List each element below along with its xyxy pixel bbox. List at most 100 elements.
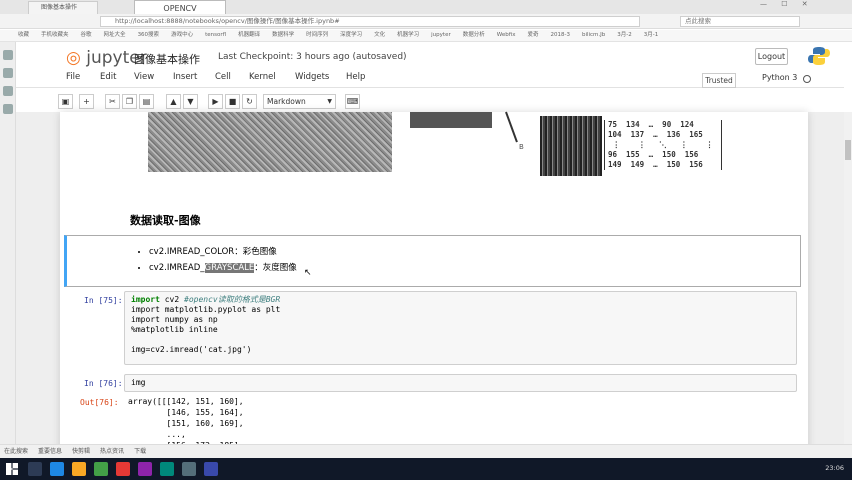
app-icon[interactable] (116, 462, 130, 476)
sidebar-icon-2[interactable] (3, 68, 13, 78)
pixel-grid-image (540, 116, 602, 176)
cell-type-select[interactable]: Markdown ▼ (263, 94, 336, 109)
pixel-matrix: 75 134 … 90 124 104 137 … 136 165 ⋮ ⋮ ⋱ ⋮… (604, 120, 722, 170)
folder-icon[interactable] (72, 462, 86, 476)
paste-icon[interactable]: ▤ (139, 94, 154, 109)
code-line: import matplotlib.pyplot as plt (131, 305, 281, 314)
save-icon[interactable]: ▣ (58, 94, 73, 109)
sidebar-icon-1[interactable] (3, 50, 13, 60)
menu-widgets[interactable]: Widgets (295, 72, 329, 82)
bookmark-item[interactable]: 手机收藏夹 (41, 32, 69, 38)
browser-taskbar-icon[interactable] (50, 462, 64, 476)
browser-tab-bar (0, 0, 852, 14)
menu-cell[interactable]: Cell (215, 72, 231, 82)
bookmark-item[interactable]: 机器翻译 (238, 32, 260, 38)
bookmark-item[interactable]: 谷歌 (81, 32, 92, 38)
bookmark-item[interactable]: 3月-1 (644, 32, 658, 38)
code-cell-75[interactable]: import cv2 #opencv读取的格式是BGR import matpl… (124, 291, 797, 365)
command-palette-icon[interactable]: ⌨ (345, 94, 360, 109)
app-icon[interactable] (182, 462, 196, 476)
window-controls[interactable]: — ☐ ✕ (760, 0, 814, 8)
copy-icon[interactable]: ❐ (122, 94, 137, 109)
list-item-obscured: COLOR (204, 247, 235, 257)
cut-icon[interactable]: ✂ (105, 94, 120, 109)
status-item[interactable]: 快剪辑 (72, 448, 90, 455)
bookmark-item[interactable]: 文化 (374, 32, 385, 38)
menu-file[interactable]: File (66, 72, 80, 82)
menu-kernel[interactable]: Kernel (249, 72, 276, 82)
notebook-title[interactable]: 图像基本操作 (134, 51, 200, 67)
move-down-icon[interactable]: ▼ (183, 94, 198, 109)
bookmark-item[interactable]: jupyter (431, 32, 451, 38)
status-item[interactable]: 重要信息 (38, 448, 62, 455)
bookmark-item[interactable]: 爱奇 (527, 32, 538, 38)
bookmark-item[interactable]: 3月-2 (617, 32, 631, 38)
app-icon[interactable] (94, 462, 108, 476)
code-comment: #opencv读取的格式是BGR (184, 295, 281, 304)
matrix-row: 75 134 … 90 124 (608, 120, 694, 129)
bookmark-item[interactable]: 360搜索 (138, 32, 160, 38)
bookmark-item[interactable]: bilicm.Jb (582, 32, 605, 38)
jupyter-logo-icon: ◎ (66, 48, 81, 68)
menu-help[interactable]: Help (346, 72, 365, 82)
input-prompt: In [76]: (84, 379, 123, 388)
move-up-icon[interactable]: ▲ (166, 94, 181, 109)
bookmark-item[interactable]: 时间序列 (306, 32, 328, 38)
run-icon[interactable]: ▶ (208, 94, 223, 109)
kernel-name: Python 3 (762, 73, 798, 82)
vertical-scrollbar[interactable] (844, 112, 852, 458)
restart-icon[interactable]: ↻ (242, 94, 257, 109)
app-icon[interactable] (138, 462, 152, 476)
list-item-text: ：灰度图像 (254, 263, 297, 273)
markdown-cell[interactable]: cv2.IMREAD_COLOR：彩色图像 cv2.IMREAD_GRAYSCA… (64, 235, 801, 287)
list-item-text: cv2.IMREAD_ (149, 263, 205, 273)
status-item[interactable]: 热点资讯 (100, 448, 124, 455)
highlighted-text[interactable]: GRAYSCALE (204, 263, 255, 273)
trusted-badge[interactable]: Trusted (702, 73, 736, 88)
checkpoint-status: Last Checkpoint: 3 hours ago (autosaved) (218, 52, 407, 62)
code-line: img=cv2.imread('cat.jpg') (131, 345, 252, 354)
bookmarks-bar: 收藏 手机收藏夹 谷歌 网址大全 360搜索 游戏中心 tensorfl 机器翻译 数据科学 时间… (0, 30, 852, 42)
matrix-row: 104 137 … 136 165 (608, 130, 703, 139)
list-item-text: ：彩色图像 (234, 247, 277, 257)
os-taskbar: 23:06 (0, 458, 852, 480)
search-icon[interactable] (28, 462, 42, 476)
bookmark-item[interactable]: 数据科学 (272, 32, 294, 38)
code-cell-76[interactable]: img (124, 374, 797, 392)
bookmark-item[interactable]: 网址大全 (104, 32, 126, 38)
bookmark-item[interactable]: 数据分析 (463, 32, 485, 38)
bookmark-item[interactable]: 机器学习 (397, 32, 419, 38)
bookmark-item[interactable]: 深度学习 (340, 32, 362, 38)
add-cell-icon[interactable]: + (79, 94, 94, 109)
bookmark-item[interactable]: 游戏中心 (171, 32, 193, 38)
cat-image (148, 112, 392, 172)
code-keyword: import (131, 295, 160, 304)
bookmark-item[interactable]: 收藏 (18, 32, 29, 38)
browser-search-input[interactable]: 点此搜索 (680, 16, 800, 27)
app-icon[interactable] (160, 462, 174, 476)
bookmark-item[interactable]: tensorfl (205, 32, 226, 38)
bookmark-item[interactable]: 2018-3 (550, 32, 569, 38)
interrupt-icon[interactable]: ■ (225, 94, 240, 109)
menu-edit[interactable]: Edit (100, 72, 116, 82)
kernel-idle-icon (803, 75, 811, 83)
app-icon[interactable] (204, 462, 218, 476)
input-prompt: In [75]: (84, 296, 123, 305)
sidebar-icon-3[interactable] (3, 86, 13, 96)
logout-button[interactable]: Logout (755, 48, 788, 65)
menu-view[interactable]: View (134, 72, 154, 82)
menu-insert[interactable]: Insert (173, 72, 197, 82)
list-item-text: cv2.IMREAD_ (149, 247, 205, 257)
browser-tab-notebook[interactable]: 图像基本操作 (28, 1, 98, 14)
matrix-row: 149 149 … 150 156 (608, 160, 703, 169)
bookmark-item[interactable]: Webfix (497, 32, 516, 38)
windows-start-icon[interactable] (6, 463, 18, 475)
url-input[interactable]: http://localhost:8888/notebooks/opencv/图… (100, 16, 640, 27)
status-item[interactable]: 在此搜索 (4, 448, 28, 455)
section-heading: 数据读取-图像 (130, 214, 201, 227)
sidebar-icon-4[interactable] (3, 104, 13, 114)
output-prompt: Out[76]: (80, 398, 119, 407)
status-item[interactable]: 下载 (134, 448, 146, 455)
scrollbar-thumb[interactable] (845, 140, 851, 160)
image-patch (410, 112, 492, 128)
